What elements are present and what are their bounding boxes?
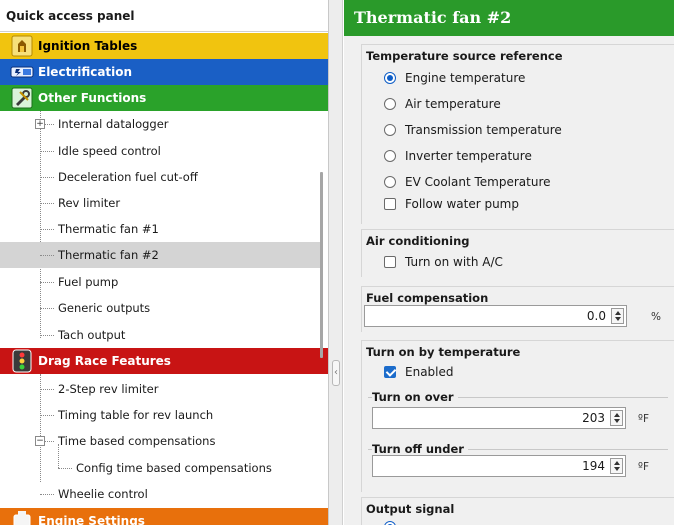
tree-item-idle-speed-control[interactable]: Idle speed control [0,138,320,164]
tree-item-wheelie-control[interactable]: Wheelie control [0,481,320,507]
tree-item-tach-output[interactable]: Tach output [0,322,320,348]
ignition-icon [10,34,34,58]
tree-item-deceleration-fuel-cut-off[interactable]: Deceleration fuel cut-off [0,164,320,190]
group-title: Turn on by temperature [366,345,521,359]
tree-item-fuel-pump[interactable]: Fuel pump [0,269,320,295]
tree-branch [40,177,54,178]
tree-item-thermatic-fan-1[interactable]: Thermatic fan #1 [0,216,320,242]
expand-plus-icon[interactable]: + [35,119,45,129]
panel-splitter[interactable]: ‹ [329,0,343,525]
tree-item-config-time-based-compensations[interactable]: Config time based compensations [0,455,320,481]
tree-branch [40,229,54,230]
tree-item-time-based-compensations[interactable]: − Time based compensations [0,428,320,454]
engine-icon [10,509,34,525]
group-title: Fuel compensation [366,291,489,305]
tree-branch [40,255,54,256]
group-fuel-compensation: Fuel compensation 0.0 % [361,286,674,332]
tree-item-internal-datalogger[interactable]: + Internal datalogger [0,111,320,137]
tree-item-generic-outputs[interactable]: Generic outputs [0,295,320,321]
radio-button[interactable] [384,176,396,188]
tree-branch [40,415,54,416]
category-other-functions[interactable]: Other Functions [0,85,328,111]
tree-branch [40,282,54,283]
tree-item-timing-table-rev-launch[interactable]: Timing table for rev launch [0,402,320,428]
category-engine-settings[interactable]: Engine Settings [0,508,328,525]
settings-panel: Thermatic fan #2 Temperature source refe… [344,0,674,525]
turn-on-over-label: Turn on over [372,390,458,404]
tree-branch [40,494,54,495]
chevron-left-icon: ‹ [334,367,338,378]
tree-branch [58,468,72,469]
group-turn-on-by-temperature: Turn on by temperature Enabled Turn on o… [361,340,674,492]
tree-branch [40,203,54,204]
tree-item-2-step-rev-limiter[interactable]: 2-Step rev limiter [0,376,320,402]
category-drag-race-features[interactable]: Drag Race Features [0,348,328,374]
checkbox[interactable] [384,366,396,378]
fuel-compensation-unit: % [651,311,661,323]
category-label: Electrification [38,65,133,79]
tree-branch [40,151,54,152]
tree-branch [40,335,54,336]
drag-race-icon [10,349,34,373]
turn-off-under-input[interactable]: 194 [372,455,626,477]
radio-button[interactable] [384,98,396,110]
tree-item-thermatic-fan-2[interactable]: Thermatic fan #2 [0,242,320,268]
left-scrollbar[interactable] [320,172,323,358]
turn-off-under-spinner[interactable] [610,458,623,474]
quick-access-title: Quick access panel [0,0,328,32]
group-title: Output signal [366,502,455,516]
category-electrification[interactable]: Electrification [0,59,328,85]
group-air-conditioning: Air conditioning Turn on with A/C [361,229,674,277]
splitter-collapse-handle[interactable]: ‹ [332,360,340,386]
radio-button[interactable] [384,521,396,525]
electrification-icon [10,60,34,84]
category-ignition-tables[interactable]: Ignition Tables [0,33,328,59]
checkbox[interactable] [384,256,396,268]
page-title: Thermatic fan #2 [344,0,674,36]
tree-branch [40,308,54,309]
category-label: Engine Settings [38,514,145,525]
checkbox[interactable] [384,198,396,210]
turn-on-over-spinner[interactable] [610,410,623,426]
fuel-compensation-spinner[interactable] [611,308,624,324]
category-label: Ignition Tables [38,39,138,53]
radio-button[interactable] [384,124,396,136]
collapse-minus-icon[interactable]: − [35,436,45,446]
turn-off-under-label: Turn off under [372,442,468,456]
turn-on-over-unit: ºF [638,413,649,425]
radio-button[interactable] [384,150,396,162]
tree-item-rev-limiter[interactable]: Rev limiter [0,190,320,216]
group-temperature-source: Temperature source reference Engine temp… [361,44,674,224]
group-title: Temperature source reference [366,49,563,63]
turn-on-over-input[interactable]: 203 [372,407,626,429]
radio-button[interactable] [384,72,396,84]
fuel-compensation-input[interactable]: 0.0 [364,305,627,327]
quick-access-panel: Quick access panel Ignition Tables Elect… [0,0,329,525]
turn-off-under-unit: ºF [638,461,649,473]
category-label: Other Functions [38,91,147,105]
group-title: Air conditioning [366,234,470,248]
category-label: Drag Race Features [38,354,171,368]
tree-branch [40,389,54,390]
group-output-signal: Output signal [361,497,674,525]
tools-icon [10,86,34,110]
